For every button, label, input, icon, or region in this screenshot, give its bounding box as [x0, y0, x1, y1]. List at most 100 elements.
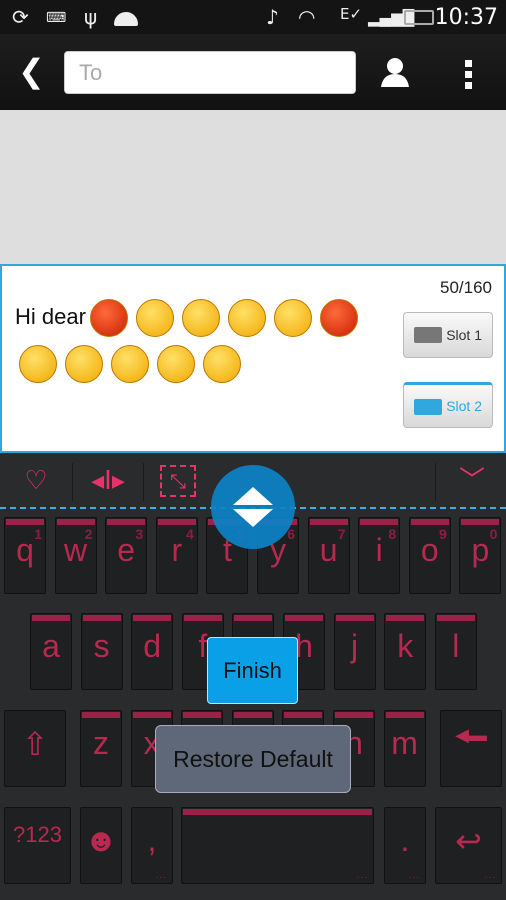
key-o[interactable]: o9 — [408, 517, 451, 594]
key-hint: 9 — [439, 526, 447, 542]
resize-handle[interactable] — [211, 465, 295, 549]
emoji-sunglasses — [273, 299, 312, 338]
key-label: m — [391, 725, 418, 761]
emoji-grin — [157, 345, 195, 384]
key-j[interactable]: j — [333, 613, 376, 690]
enter-key[interactable]: ↩... — [435, 807, 502, 884]
message-history — [0, 110, 506, 264]
status-bar: ⟳ ⌨ ψ ♪ ◠ E✓ ▂▄▆█ 10:37 — [0, 0, 506, 34]
key-u[interactable]: u7 — [307, 517, 350, 594]
key-label: f — [198, 628, 208, 664]
key-m[interactable]: m — [383, 710, 426, 787]
theme-icon[interactable]: ♡ — [14, 459, 58, 503]
key-e[interactable]: e3 — [105, 517, 148, 594]
key-label: ?123 — [13, 822, 62, 847]
keyboard-icon: ⌨ — [46, 10, 67, 26]
key-label: j — [351, 628, 359, 664]
slot-label: Slot 2 — [446, 398, 482, 414]
emoji-icon: ☻ — [84, 822, 118, 858]
sync-icon: ⟳ — [12, 5, 29, 29]
mute-music-icon: ♪ — [266, 5, 279, 29]
shift-icon: ⇧ — [21, 726, 49, 762]
key-hint: 0 — [489, 526, 498, 542]
emoji-wink — [111, 345, 149, 384]
comma-key[interactable]: ,... — [131, 807, 173, 884]
key-label: a — [42, 628, 60, 664]
char-count: 50/160 — [440, 278, 492, 297]
space-key[interactable]: ... — [181, 807, 374, 884]
key-r[interactable]: r4 — [155, 517, 198, 594]
emoji-angry — [89, 299, 128, 338]
wifi-icon: ◠ — [298, 5, 316, 29]
key-label: o — [420, 532, 439, 568]
key-label: q — [16, 532, 34, 568]
key-q[interactable]: q1 — [4, 517, 46, 594]
restore-default-button[interactable]: Restore Default — [155, 725, 351, 793]
more-icon: ... — [484, 870, 496, 881]
emoji-grin — [203, 345, 241, 384]
key-label: p — [471, 532, 490, 568]
key-a[interactable]: a — [30, 613, 72, 690]
compose-box[interactable]: Hi dear 50/160 Slot 1 Slot 2 — [0, 264, 506, 453]
key-label: w — [64, 532, 88, 568]
emoji-tongue — [181, 299, 220, 338]
key-z[interactable]: z — [80, 710, 122, 787]
emoji-grin — [19, 345, 57, 384]
key-label: u — [319, 532, 338, 568]
period-key[interactable]: .... — [384, 807, 426, 884]
android-icon — [114, 12, 138, 26]
message-icon — [414, 399, 442, 415]
contact-icon[interactable] — [380, 56, 410, 88]
emoji-key[interactable]: ☻ — [80, 807, 122, 884]
key-d[interactable]: d — [131, 613, 174, 690]
cursor-icon[interactable]: ◂I▸ — [88, 459, 128, 503]
overflow-menu-icon[interactable] — [465, 60, 472, 93]
key-label: s — [93, 628, 110, 664]
message-body: Hi dear — [15, 304, 86, 329]
up-down-arrows-icon — [233, 487, 273, 527]
emoji-angry — [319, 299, 358, 338]
key-label: i — [375, 532, 383, 568]
emoji-grin — [135, 299, 174, 338]
key-l[interactable]: l — [434, 613, 477, 690]
key-i[interactable]: i8 — [358, 517, 401, 594]
backspace-key[interactable]: ◀▬ — [440, 710, 502, 787]
edge-signal-icon: E✓ — [340, 5, 363, 23]
enter-icon: ↩ — [455, 823, 482, 859]
shift-key[interactable]: ⇧ — [4, 710, 66, 787]
key-label: l — [452, 628, 460, 664]
key-k[interactable]: k — [384, 613, 427, 690]
key-p[interactable]: p0 — [459, 517, 502, 594]
more-icon: ... — [408, 870, 420, 881]
key-hint: 2 — [84, 526, 93, 542]
key-s[interactable]: s — [80, 613, 123, 690]
to-field[interactable]: To — [64, 51, 356, 94]
key-hint: 1 — [34, 526, 42, 542]
message-text[interactable]: Hi dear — [15, 294, 395, 386]
slot-1-button[interactable]: Slot 1 — [403, 312, 493, 358]
key-label: k — [397, 628, 414, 664]
usb-icon: ψ — [84, 5, 98, 29]
key-label: . — [400, 822, 410, 858]
message-icon — [414, 327, 442, 343]
slot-2-button[interactable]: Slot 2 — [403, 382, 493, 428]
symbols-key[interactable]: ?123 — [4, 807, 71, 884]
battery-charging-icon — [404, 10, 434, 25]
collapse-icon[interactable]: ﹀ — [452, 459, 492, 503]
resize-icon[interactable]: ⤡ — [160, 465, 196, 497]
key-hint: 4 — [186, 526, 194, 542]
back-icon[interactable]: ❮ — [18, 52, 45, 90]
key-hint: 3 — [135, 526, 144, 542]
key-w[interactable]: w2 — [54, 517, 97, 594]
emoji-crying — [65, 345, 103, 384]
key-label: d — [143, 628, 162, 664]
key-hint: 8 — [388, 526, 397, 542]
more-icon: ... — [155, 870, 167, 881]
finish-button[interactable]: Finish — [207, 637, 298, 704]
slot-label: Slot 1 — [446, 327, 482, 343]
more-icon: ... — [356, 870, 368, 881]
key-label: , — [147, 822, 157, 858]
key-hint: 7 — [337, 526, 346, 542]
clock: 10:37 — [434, 5, 498, 30]
key-label: z — [93, 725, 109, 761]
